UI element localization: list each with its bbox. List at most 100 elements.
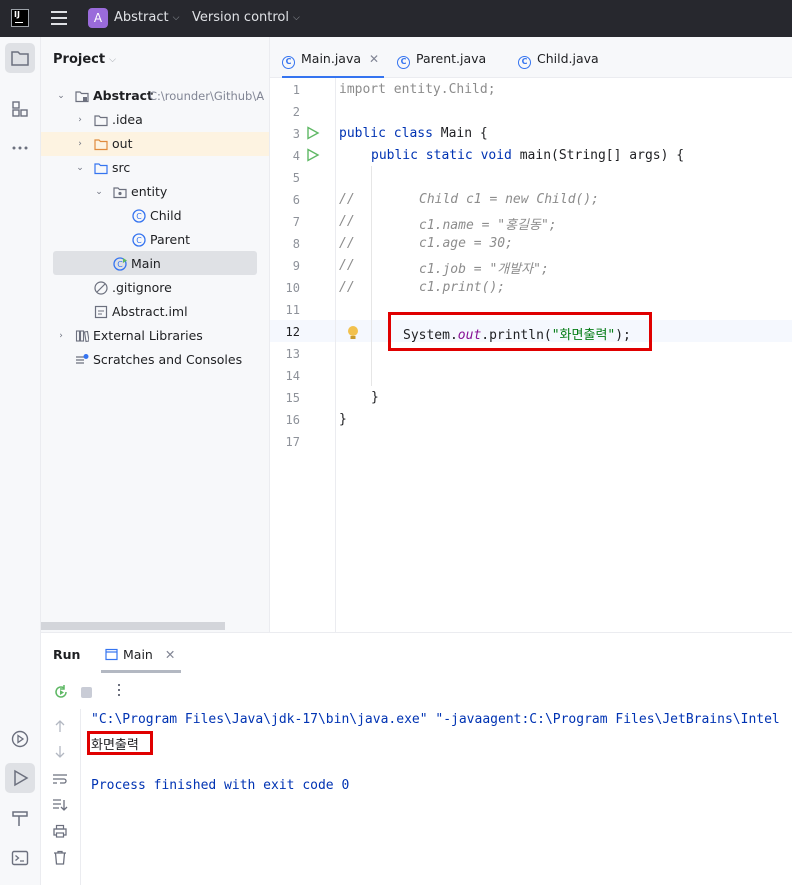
line-number: 3 <box>292 127 300 141</box>
code-line-9: c1.job = "개발자"; <box>419 262 549 277</box>
chevron-down-icon[interactable]: ⌄ <box>55 84 67 108</box>
tab-parent-java[interactable]: C Parent.java <box>397 37 497 78</box>
structure-tool-button[interactable] <box>5 94 35 124</box>
line-number: 2 <box>292 105 300 119</box>
chevron-down-icon[interactable]: ⌄ <box>74 156 86 180</box>
structure-icon <box>12 101 28 117</box>
tree-item-out[interactable]: › out <box>41 132 269 156</box>
folder-icon <box>11 51 29 66</box>
tree-item-entity[interactable]: ⌄ entity <box>41 180 269 204</box>
tree-item-scratches[interactable]: Scratches and Consoles <box>41 348 269 372</box>
left-tool-strip <box>0 37 41 885</box>
soft-wrap-icon[interactable] <box>52 772 68 786</box>
version-control-menu[interactable]: Version control ⌵ <box>192 10 300 25</box>
tree-item-label: .gitignore <box>112 280 172 295</box>
class-icon: C <box>397 56 410 69</box>
main-menu-icon[interactable] <box>51 11 67 25</box>
scratches-icon <box>76 354 89 364</box>
tree-item-parent[interactable]: C Parent <box>41 228 269 252</box>
runnable-class-icon: C <box>113 257 127 271</box>
line-number: 8 <box>292 237 300 251</box>
tree-item-external-libraries[interactable]: › External Libraries <box>41 324 269 348</box>
scroll-to-end-icon[interactable] <box>52 798 68 812</box>
chevron-down-icon: ⌵ <box>109 55 116 65</box>
line-number: 10 <box>285 281 300 295</box>
code-line-6-slash: // <box>339 192 355 207</box>
horizontal-scrollbar[interactable] <box>41 622 225 630</box>
tab-main-java[interactable]: C Main.java ✕ <box>282 37 384 79</box>
console-exit-line: Process finished with exit code 0 <box>91 778 350 793</box>
tab-label: Main.java <box>301 51 362 66</box>
run-toolbar <box>41 677 792 707</box>
hammer-icon <box>12 811 28 826</box>
chevron-down-icon[interactable]: ⌄ <box>93 180 105 204</box>
library-icon <box>75 330 89 343</box>
tab-label: Child.java <box>537 51 599 66</box>
tree-item-abstract[interactable]: ⌄ Abstract C:\rounder\Github\A <box>41 84 269 108</box>
tree-item-label: out <box>112 136 133 151</box>
run-gutter-icon[interactable] <box>306 148 320 162</box>
tree-item-label: Parent <box>150 232 191 247</box>
title-bar: IJ A Abstract ⌵ Version control ⌵ <box>0 0 792 37</box>
indent-guide <box>371 166 372 386</box>
tree-item-label: Scratches and Consoles <box>93 352 243 367</box>
run-tool-button[interactable] <box>5 763 35 793</box>
project-name-label: Abstract <box>114 10 169 25</box>
more-options-icon[interactable] <box>118 684 120 700</box>
arrow-up-icon[interactable] <box>53 719 67 733</box>
tree-item-label: .idea <box>112 112 143 127</box>
tree-item-label: Main <box>131 256 161 271</box>
run-panel: Run Main ✕ "C:\Program Files\Java\jdk-17\… <box>41 632 792 885</box>
build-tool-button[interactable] <box>5 803 35 833</box>
project-badge[interactable]: A <box>88 8 108 28</box>
tree-item-label: Abstract <box>93 88 154 103</box>
more-icon <box>12 146 28 150</box>
run-gutter-icon[interactable] <box>306 126 320 140</box>
close-icon[interactable]: ✕ <box>165 647 175 662</box>
chevron-right-icon[interactable]: › <box>74 132 86 156</box>
line-number: 13 <box>285 347 300 361</box>
tree-item-abstract-iml[interactable]: Abstract.iml <box>41 300 269 324</box>
tree-item-child[interactable]: C Child <box>41 204 269 228</box>
annotation-highlight-box <box>87 731 153 755</box>
tree-item-src[interactable]: ⌄ src <box>41 156 269 180</box>
line-number: 15 <box>285 391 300 405</box>
arrow-down-icon[interactable] <box>53 745 67 759</box>
line-number: 14 <box>285 369 300 383</box>
code-line-15: } <box>371 390 379 405</box>
annotation-highlight-box <box>388 312 652 351</box>
tab-label: Parent.java <box>416 51 487 66</box>
run-tab-main[interactable]: Main ✕ <box>101 633 181 673</box>
ignore-file-icon <box>94 281 108 295</box>
code-line-16: } <box>339 412 347 427</box>
editor-tabs: C Main.java ✕ C Parent.java C Child.java <box>270 37 792 79</box>
tree-item-gitignore[interactable]: .gitignore <box>41 276 269 300</box>
terminal-tool-button[interactable] <box>5 843 35 873</box>
chevron-down-icon: ⌵ <box>172 13 180 23</box>
project-panel-header[interactable]: Project ⌵ <box>53 52 116 67</box>
code-editor[interactable]: 1 2 3 4 5 6 7 8 9 10 11 12 13 14 15 16 1… <box>270 78 792 632</box>
project-switcher[interactable]: Abstract ⌵ <box>114 10 179 25</box>
chevron-right-icon[interactable]: › <box>74 108 86 132</box>
chevron-right-icon[interactable]: › <box>55 324 67 348</box>
chevron-down-icon: ⌵ <box>293 13 300 23</box>
code-line-6: Child c1 = new Child(); <box>419 192 600 207</box>
lightbulb-icon[interactable] <box>346 325 360 341</box>
tree-item-label: src <box>112 160 131 175</box>
rerun-icon[interactable] <box>53 684 69 700</box>
run-icon <box>14 769 29 787</box>
stop-icon[interactable] <box>81 687 92 698</box>
services-tool-button[interactable] <box>5 724 35 754</box>
more-tools-button[interactable] <box>5 133 35 163</box>
tab-child-java[interactable]: C Child.java <box>518 37 608 78</box>
trash-icon[interactable] <box>53 850 67 865</box>
code-line-10-slash: // <box>339 280 355 295</box>
print-icon[interactable] <box>52 824 68 838</box>
close-icon[interactable]: ✕ <box>369 52 379 66</box>
project-tool-button[interactable] <box>5 43 35 73</box>
run-config-icon <box>105 648 118 661</box>
line-number: 4 <box>292 149 300 163</box>
code-line-8-slash: // <box>339 236 355 251</box>
tree-item-main[interactable]: C Main <box>41 252 269 276</box>
tree-item-idea[interactable]: › .idea <box>41 108 269 132</box>
